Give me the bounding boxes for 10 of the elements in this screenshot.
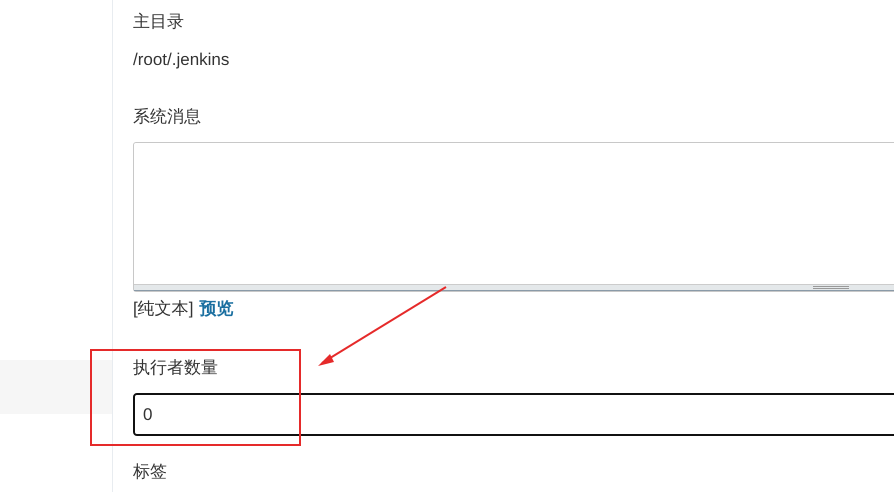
field-label: 执行者数量 [133, 357, 218, 379]
field-label: 主目录 [133, 11, 184, 33]
resize-handle[interactable] [134, 284, 894, 291]
field-value: /root/.jenkins [133, 49, 230, 71]
message-textarea[interactable] [133, 142, 894, 292]
executors-input[interactable]: 0 [133, 393, 894, 436]
preview-link[interactable]: 预览 [199, 297, 234, 321]
field-label: 系统消息 [133, 106, 201, 128]
format-label: [纯文本] [133, 298, 194, 320]
field-label: 标签 [133, 461, 167, 483]
